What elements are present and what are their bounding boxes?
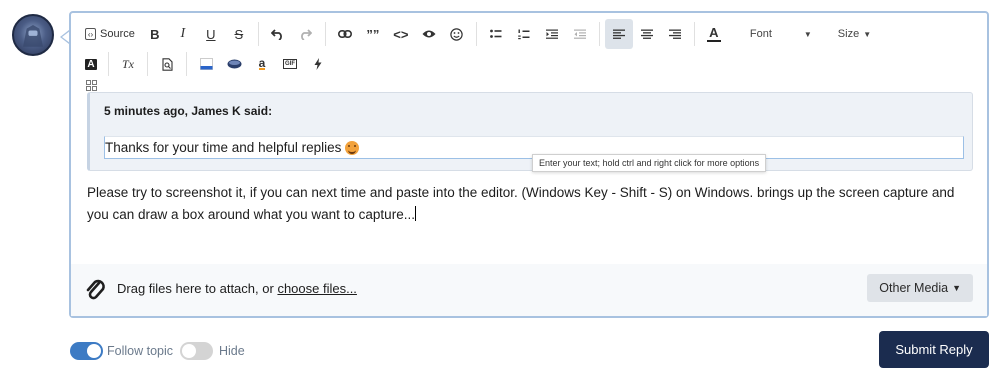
quote-header: 5 minutes ago, James K said: <box>104 104 273 118</box>
other-media-button[interactable]: Other Media ▼ <box>867 274 973 302</box>
editor-toolbar: ‹› Source B I U S ”” <> A Font ▼ Size ▼ … <box>71 13 987 97</box>
chevron-down-icon: ▼ <box>803 29 812 39</box>
smiley-icon <box>450 27 464 41</box>
size-dropdown[interactable]: Size ▼ <box>828 28 881 40</box>
bullet-list-icon <box>489 29 502 38</box>
align-left-button[interactable] <box>604 19 633 49</box>
toolbar-divider <box>257 22 259 46</box>
text-color-button[interactable]: A <box>700 19 728 49</box>
lightning-icon <box>314 58 322 70</box>
size-dropdown-label: Size <box>837 28 860 40</box>
attach-prefix: Drag files here to attach, or <box>117 281 274 296</box>
underline-button[interactable]: U <box>197 19 225 49</box>
text-color-bar <box>706 39 721 42</box>
outdent-icon <box>573 29 586 39</box>
text-color-glyph: A <box>709 24 719 40</box>
link-icon <box>337 30 352 38</box>
find-replace-icon <box>161 57 173 71</box>
font-dropdown-label: Font <box>749 28 772 40</box>
strikethrough-button[interactable]: S <box>225 19 253 49</box>
find-replace-button[interactable] <box>153 49 181 79</box>
choose-files-link[interactable]: choose files... <box>277 281 357 296</box>
avatar-image <box>23 25 43 47</box>
cloud-icon <box>227 59 241 69</box>
toolbar-divider <box>108 52 109 76</box>
align-right-button[interactable] <box>661 19 689 49</box>
chevron-down-icon: ▼ <box>863 29 872 39</box>
align-center-icon <box>640 29 653 39</box>
indent-button[interactable] <box>538 19 566 49</box>
code-button[interactable]: <> <box>387 19 415 49</box>
eye-icon <box>422 30 436 38</box>
editor-tooltip: Enter your text; hold ctrl and right cli… <box>532 154 767 172</box>
gif-button[interactable]: GIF <box>276 49 304 79</box>
color-stripe-icon <box>199 58 213 70</box>
quote-button[interactable]: ”” <box>359 19 387 49</box>
redo-icon <box>301 28 313 40</box>
follow-topic-toggle[interactable] <box>70 342 103 360</box>
clear-formatting-button[interactable]: Tx <box>114 49 142 79</box>
toolbar-divider <box>693 22 695 46</box>
undo-icon <box>271 28 283 40</box>
lightning-button[interactable] <box>304 49 332 79</box>
editor-content[interactable]: Please try to screenshot it, if you can … <box>87 182 977 226</box>
toolbar-divider <box>475 22 477 46</box>
editor-content-text: Please try to screenshot it, if you can … <box>87 185 955 222</box>
hide-toggle[interactable] <box>180 342 213 360</box>
bullet-list-button[interactable] <box>482 19 510 49</box>
source-icon: ‹› <box>85 28 96 40</box>
undo-button[interactable] <box>264 19 292 49</box>
numbered-list-icon <box>518 29 530 39</box>
redo-button[interactable] <box>292 19 320 49</box>
submit-reply-button[interactable]: Submit Reply <box>879 331 989 368</box>
cloud-button[interactable] <box>220 49 248 79</box>
background-color-glyph: A <box>85 58 97 70</box>
attachment-bar[interactable]: Drag files here to attach, or choose fil… <box>71 264 987 316</box>
caret-down-icon: ▼ <box>952 283 961 293</box>
outdent-button[interactable] <box>566 19 594 49</box>
hide-label[interactable]: Hide <box>219 344 245 358</box>
reply-editor[interactable]: ‹› Source B I U S ”” <> A Font ▼ Size ▼ … <box>69 11 989 318</box>
amazon-button[interactable]: a <box>248 49 276 79</box>
toolbar-row-2: A Tx a GIF <box>79 49 332 79</box>
toolbar-divider <box>147 52 148 76</box>
italic-button[interactable]: I <box>169 19 197 49</box>
color-stripe-button[interactable] <box>192 49 220 79</box>
paperclip-icon <box>86 279 105 300</box>
quote-body-text: Thanks for your time and helpful replies <box>105 140 342 155</box>
attach-instructions: Drag files here to attach, or choose fil… <box>117 281 357 296</box>
font-dropdown[interactable]: Font ▼ <box>740 28 822 40</box>
preview-button[interactable] <box>415 19 443 49</box>
background-color-button[interactable]: A <box>79 49 103 79</box>
toggle-knob <box>87 344 101 358</box>
source-button[interactable]: ‹› Source <box>79 19 141 49</box>
gif-icon: GIF <box>283 59 297 69</box>
link-button[interactable] <box>331 19 359 49</box>
text-cursor <box>414 206 416 221</box>
toolbar-divider <box>598 22 600 46</box>
source-label: Source <box>100 28 135 40</box>
numbered-list-button[interactable] <box>510 19 538 49</box>
toggle-knob <box>182 344 196 358</box>
bold-button[interactable]: B <box>141 19 169 49</box>
emoji-button[interactable] <box>443 19 471 49</box>
toolbar-divider <box>324 22 326 46</box>
follow-topic-label[interactable]: Follow topic <box>107 344 173 358</box>
quote-block[interactable]: 5 minutes ago, James K said: Thanks for … <box>87 92 973 171</box>
amazon-icon: a <box>258 56 266 70</box>
align-right-icon <box>668 29 681 39</box>
smiling-emoji-icon <box>345 140 360 155</box>
align-center-button[interactable] <box>633 19 661 49</box>
avatar <box>12 14 54 56</box>
toolbar-divider <box>186 52 187 76</box>
indent-icon <box>545 29 558 39</box>
toolbar-row-1: ‹› Source B I U S ”” <> A Font ▼ Size ▼ <box>79 19 881 49</box>
align-left-icon <box>612 29 625 39</box>
other-media-label: Other Media <box>879 281 949 295</box>
